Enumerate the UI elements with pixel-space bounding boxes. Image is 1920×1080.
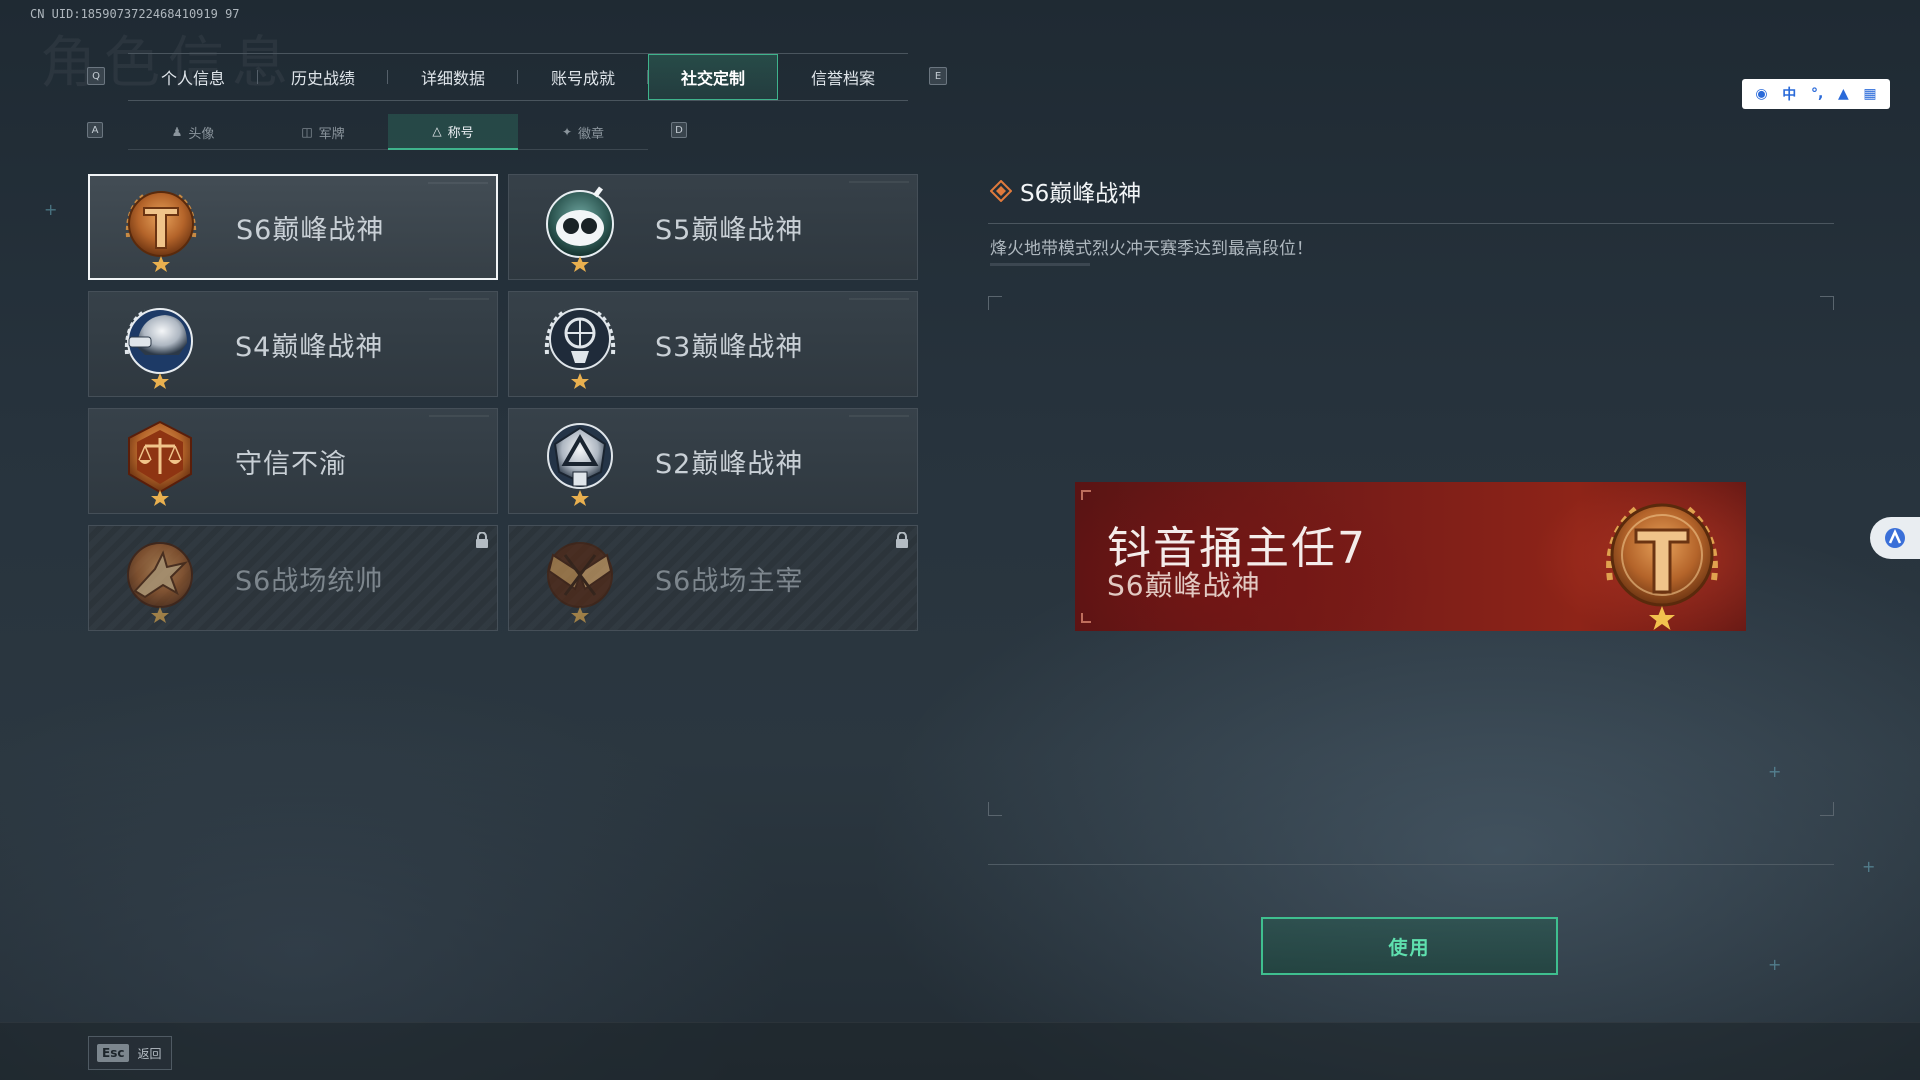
detail-header: S6巅峰战神 (990, 174, 1141, 208)
title-card-label: S3巅峰战神 (655, 331, 804, 363)
title-card-s5-peak[interactable]: S5巅峰战神 (508, 174, 918, 280)
esc-key: Esc (97, 1044, 130, 1062)
decoration-cross: + (1768, 762, 1782, 781)
decoration-cross: + (44, 200, 58, 219)
top-tab-bar: 个人信息 历史战绩 详细数据 账号成就 社交定制 信誉档案 (128, 53, 908, 101)
scales-emblem-icon (128, 420, 192, 506)
s2-peak-emblem-icon (547, 423, 613, 506)
detail-title: S6巅峰战神 (1020, 181, 1142, 207)
person-icon: ♟ (171, 125, 183, 139)
title-icon: △ (432, 124, 442, 138)
title-card-s6-dominator[interactable]: S6战场主宰 (508, 525, 918, 631)
description-underline (990, 263, 1090, 266)
lock-icon (476, 532, 488, 548)
key-hint-q: Q (87, 67, 105, 85)
title-card-s3-peak[interactable]: S3巅峰战神 (508, 291, 918, 397)
use-button[interactable]: 使用 (1261, 917, 1558, 975)
frame-corner (1820, 802, 1834, 816)
bracket (1081, 613, 1091, 623)
side-assistant-button[interactable] (1870, 517, 1920, 559)
back-button[interactable]: Esc 返回 (88, 1036, 172, 1070)
subtab-dogtag-label: 军牌 (318, 126, 345, 142)
frame-corner (988, 802, 1002, 816)
sub-tab-bar: ♟ 头像 ◫ 军牌 △ 称号 ✦ 徽章 (128, 114, 648, 150)
title-card-label: S2巅峰战神 (655, 448, 804, 480)
punctuation-icon[interactable]: °, (1811, 86, 1823, 102)
tab-social-custom[interactable]: 社交定制 (648, 54, 778, 100)
card-decoration (849, 181, 909, 183)
user-icon[interactable]: ▲ (1838, 86, 1849, 102)
badge-icon: ✦ (561, 125, 573, 139)
card-decoration (849, 298, 909, 300)
frame-corner (988, 296, 1002, 310)
ime-logo-icon[interactable]: ◉ (1755, 86, 1767, 102)
title-card-label: S6战场主宰 (655, 565, 804, 597)
subtab-avatar-label: 头像 (188, 126, 215, 142)
subtab-title[interactable]: △ 称号 (388, 114, 518, 150)
title-card-label: S5巅峰战神 (655, 214, 804, 246)
s6-peak-emblem-icon (1606, 503, 1718, 630)
subtab-badge[interactable]: ✦ 徽章 (518, 114, 648, 150)
key-hint-d: D (671, 122, 687, 138)
title-card-label: 守信不渝 (235, 448, 347, 480)
key-hint-e: E (929, 67, 947, 85)
title-card-label: S6战场统帅 (235, 565, 384, 597)
detail-description: 烽火地带模式烈火冲天赛季达到最高段位！ (990, 239, 1313, 259)
s6-peak-emblem-icon (125, 191, 197, 272)
diamond-icon (990, 180, 1012, 202)
nameplate-title: S6巅峰战神 (1107, 569, 1261, 602)
subtab-avatar[interactable]: ♟ 头像 (128, 114, 258, 150)
lock-icon (896, 532, 908, 548)
back-label: 返回 (137, 1046, 162, 1061)
card-decoration (849, 415, 909, 417)
title-card-s4-peak[interactable]: S4巅峰战神 (88, 291, 498, 397)
dogtag-icon: ◫ (301, 125, 313, 139)
card-decoration (428, 182, 488, 184)
jet-emblem-icon (127, 542, 193, 623)
footer-bar (0, 1022, 1920, 1080)
subtab-dogtag[interactable]: ◫ 军牌 (258, 114, 388, 150)
card-decoration (429, 298, 489, 300)
crossed-flags-emblem-icon (547, 542, 613, 623)
subtab-title-label: 称号 (447, 125, 474, 141)
tab-credit-record[interactable]: 信誉档案 (778, 54, 908, 100)
title-card-s6-peak[interactable]: S6巅峰战神 (88, 174, 498, 280)
title-card-label: S6巅峰战神 (236, 214, 385, 246)
ime-mode[interactable]: 中 (1782, 84, 1796, 104)
title-card-s2-peak[interactable]: S2巅峰战神 (508, 408, 918, 514)
s5-peak-emblem-icon (546, 186, 614, 272)
ime-toolbar[interactable]: ◉ 中 °, ▲ ▦ (1742, 79, 1890, 109)
divider (988, 864, 1834, 865)
grid-icon[interactable]: ▦ (1863, 86, 1876, 102)
title-card-s6-commander[interactable]: S6战场统帅 (88, 525, 498, 631)
s3-peak-emblem-icon (544, 308, 616, 389)
title-card-keep-faith[interactable]: 守信不渝 (88, 408, 498, 514)
tab-achievements[interactable]: 账号成就 (518, 54, 648, 100)
nameplate-preview: 钭音捅主任7 S6巅峰战神 (1075, 482, 1746, 631)
tab-detailed-data[interactable]: 详细数据 (388, 54, 518, 100)
decoration-cross: + (1768, 955, 1782, 974)
frame-corner (1820, 296, 1834, 310)
tab-personal-info[interactable]: 个人信息 (128, 54, 258, 100)
decoration-cross: + (1862, 857, 1876, 876)
card-decoration (429, 415, 489, 417)
key-hint-a: A (87, 122, 103, 138)
title-grid: S6巅峰战神 S5巅峰战神 S4巅峰战神 S3巅峰战神 守信不渝 S2巅峰战神 … (88, 174, 918, 631)
subtab-badge-label: 徽章 (578, 126, 605, 142)
s4-peak-emblem-icon (124, 308, 193, 389)
divider (988, 223, 1834, 224)
title-card-label: S4巅峰战神 (235, 331, 384, 363)
bracket (1081, 490, 1091, 500)
tab-history[interactable]: 历史战绩 (258, 54, 388, 100)
assistant-icon (1885, 528, 1905, 548)
